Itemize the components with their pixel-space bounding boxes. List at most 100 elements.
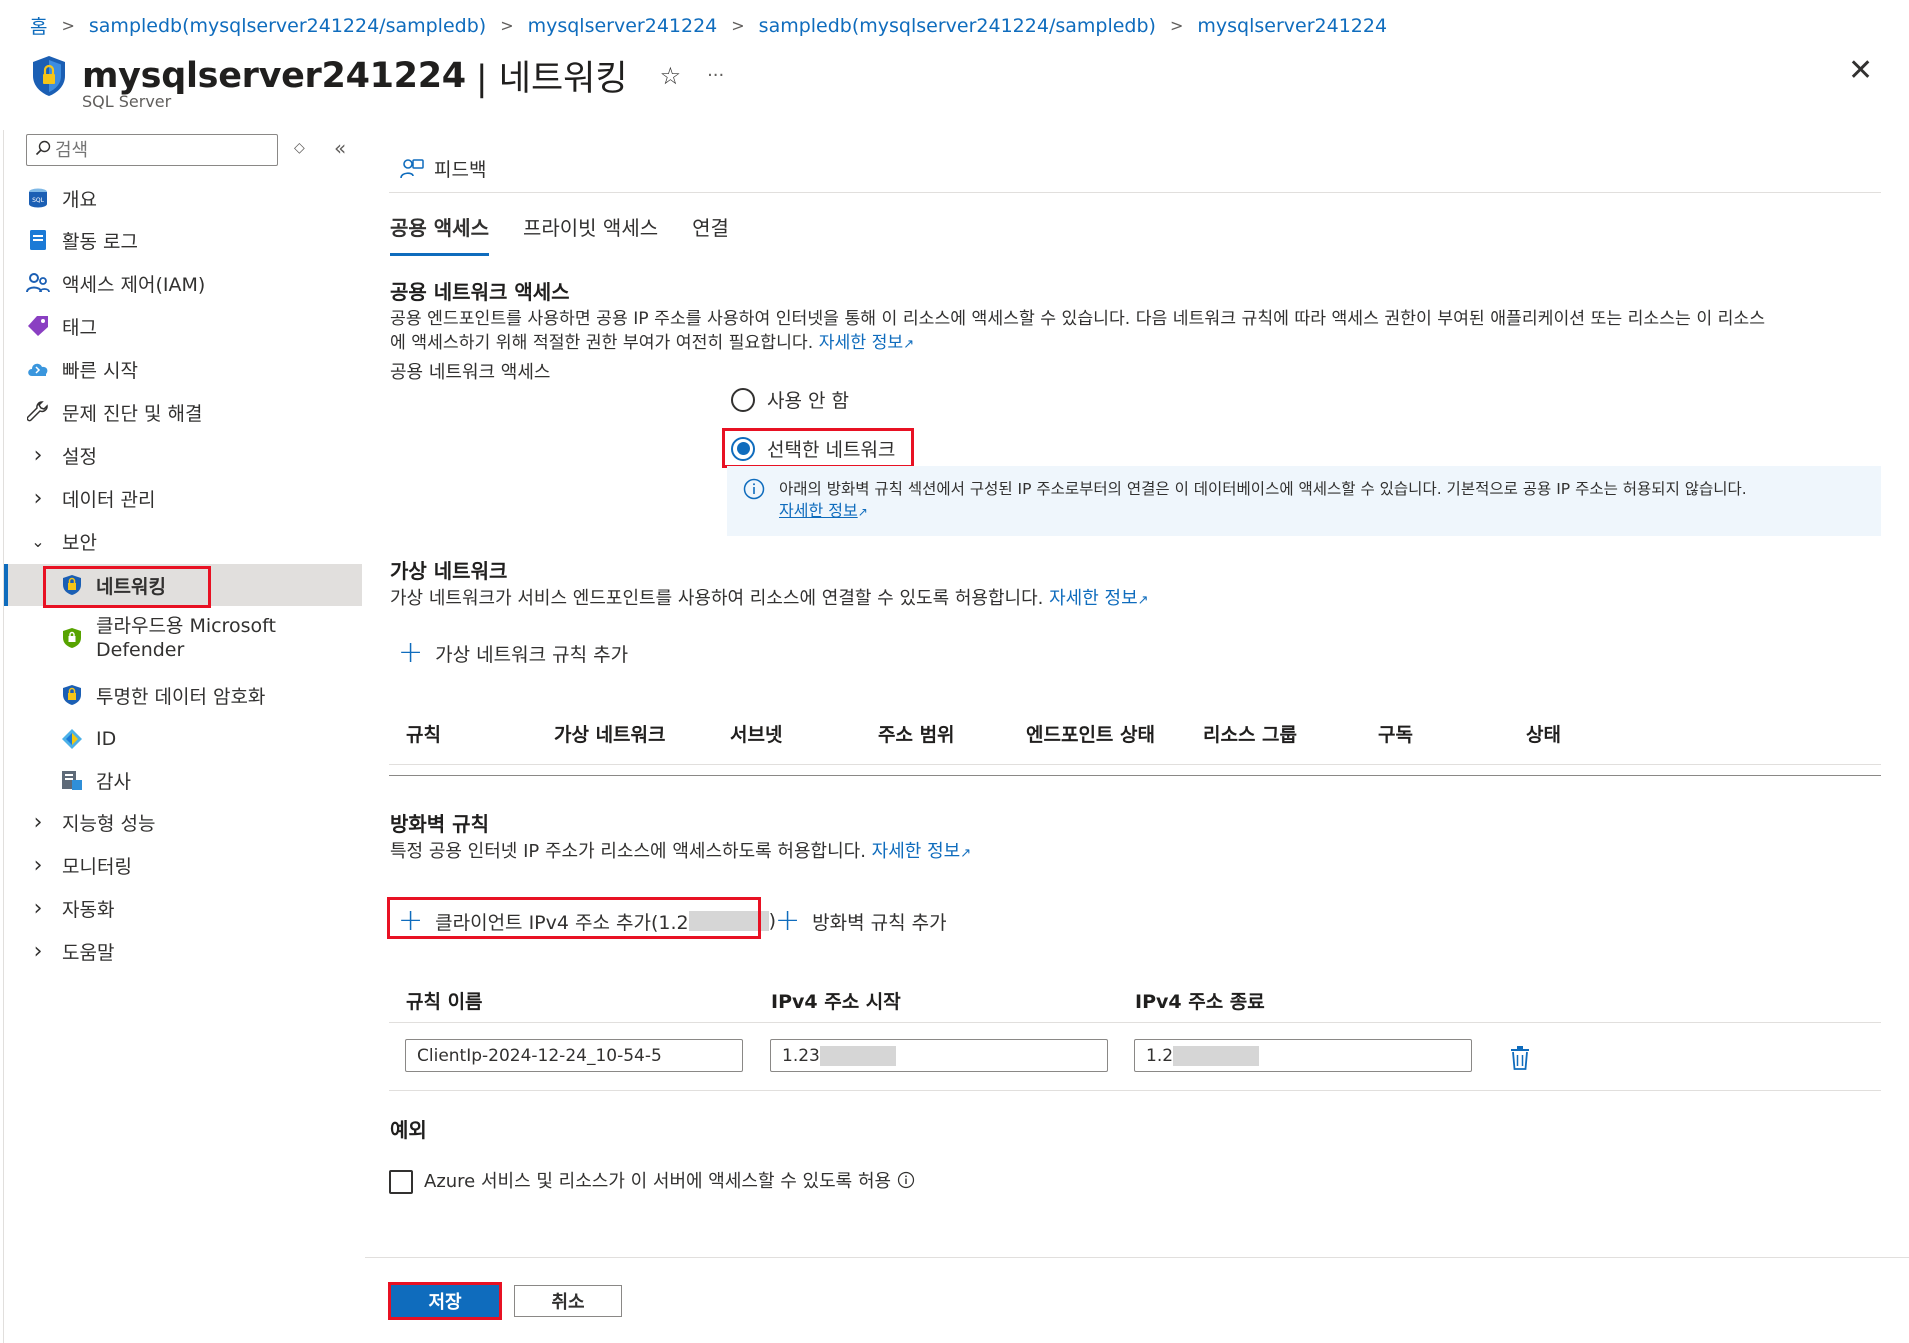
chevron-right-icon: › [33, 852, 43, 878]
sidebar-item-label-group: 클라우드용 Microsoft Defender [96, 614, 276, 662]
sidebar-item-settings[interactable]: › 설정 [26, 437, 97, 473]
sidebar-item-monitoring[interactable]: › 모니터링 [26, 847, 132, 883]
sidebar-item-intelligent-performance[interactable]: › 지능형 성능 [26, 804, 156, 840]
sidebar-item-label: 모니터링 [62, 855, 132, 878]
more-icon[interactable]: ··· [707, 65, 724, 86]
breadcrumb-database[interactable]: sampledb(mysqlserver241224/sampledb) [89, 15, 486, 37]
defender-shield-icon [60, 626, 84, 650]
exceptions-title: 예외 [390, 1118, 427, 1142]
star-icon[interactable]: ☆ [660, 62, 682, 90]
sidebar-item-overview[interactable]: SQL 개요 [26, 180, 97, 216]
sidebar-item-help[interactable]: › 도움말 [26, 933, 115, 969]
identity-icon [60, 727, 84, 751]
sidebar-item-label: 지능형 성능 [62, 812, 156, 835]
breadcrumb-database-2[interactable]: sampledb(mysqlserver241224/sampledb) [759, 15, 1156, 37]
column-header: 상태 [1526, 724, 1561, 746]
sort-icon[interactable]: ◇ [294, 140, 305, 156]
column-header: 규칙 이름 [406, 991, 483, 1013]
sidebar-item-tags[interactable]: 태그 [26, 308, 97, 344]
table-scrollbar[interactable] [389, 775, 1881, 776]
firewall-learn-more-link[interactable]: 자세한 정보 [872, 841, 961, 862]
divider [389, 1090, 1881, 1091]
sidebar-item-automation[interactable]: › 자동화 [26, 890, 115, 926]
sidebar-search[interactable] [26, 134, 278, 166]
sidebar-item-label: 문제 진단 및 해결 [62, 402, 203, 425]
allow-azure-checkbox[interactable] [389, 1170, 413, 1194]
sql-icon: SQL [26, 186, 50, 210]
firewall-title: 방화벽 규칙 [390, 812, 489, 836]
collapse-sidebar-icon[interactable]: « [334, 136, 346, 160]
sidebar-item-label: 설정 [62, 445, 97, 468]
sidebar-item-label: 개요 [62, 188, 97, 211]
vnet-description-text: 가상 네트워크가 서비스 엔드포인트를 사용하여 리소스에 연결할 수 있도록 … [390, 588, 1044, 609]
vnet-description: 가상 네트워크가 서비스 엔드포인트를 사용하여 리소스에 연결할 수 있도록 … [390, 587, 1149, 613]
chevron-right-icon: > [500, 16, 514, 35]
add-vnet-rule-label: 가상 네트워크 규칙 추가 [435, 643, 629, 666]
sidebar-item-auditing[interactable]: 감사 [60, 762, 131, 798]
description-line-1: 공용 엔드포인트를 사용하면 공용 IP 주소를 사용하여 인터넷을 통해 이 … [390, 309, 1766, 329]
ip-start-value: 1.23 [782, 1045, 820, 1066]
radio-disabled[interactable]: 사용 안 함 [731, 386, 849, 413]
sidebar-item-security[interactable]: ⌄ 보안 [26, 523, 97, 559]
sidebar-item-quickstart[interactable]: 빠른 시작 [26, 351, 138, 387]
info-text: 아래의 방화벽 규칙 섹션에서 구성된 IP 주소로부터의 연결은 이 데이터베… [779, 480, 1747, 498]
info-learn-more-link[interactable]: 자세한 정보 [779, 501, 858, 520]
tab-public-access[interactable]: 공용 액세스 [390, 212, 489, 256]
tab-private-access[interactable]: 프라이빗 액세스 [523, 212, 658, 256]
sidebar-item-tde[interactable]: 투명한 데이터 암호화 [60, 677, 265, 713]
delete-icon[interactable] [1510, 1046, 1530, 1075]
sidebar-edge [3, 130, 4, 1343]
external-link-icon: ↗ [857, 505, 868, 519]
divider [389, 1022, 1881, 1023]
close-icon[interactable]: ✕ [1848, 56, 1873, 86]
tab-bar: 공용 액세스 프라이빗 액세스 연결 [390, 212, 763, 256]
add-vnet-rule-button[interactable]: + 가상 네트워크 규칙 추가 [398, 638, 628, 668]
ip-end-input[interactable]: 1.2 [1134, 1039, 1472, 1072]
plus-icon: + [398, 635, 424, 670]
sidebar-item-label: 빠른 시작 [62, 359, 138, 382]
rule-name-input[interactable]: ClientIp-2024-12-24_10-54-5 [405, 1039, 743, 1072]
tab-connectivity[interactable]: 연결 [692, 212, 729, 256]
sidebar-item-activity-log[interactable]: 활동 로그 [26, 222, 138, 258]
feedback-button[interactable]: 피드백 [400, 155, 486, 182]
column-header: 주소 범위 [878, 724, 955, 746]
firewall-description: 특정 공용 인터넷 IP 주소가 리소스에 액세스하도록 허용합니다. 자세한 … [390, 840, 971, 866]
sidebar-item-label: 도움말 [62, 941, 115, 964]
highlight-box [43, 566, 211, 608]
sidebar-item-iam[interactable]: 액세스 제어(IAM) [26, 265, 205, 301]
add-firewall-rule-button[interactable]: + 방화벽 규칙 추가 [775, 906, 947, 936]
ip-start-input[interactable]: 1.23 [770, 1039, 1108, 1072]
feedback-icon [400, 158, 424, 180]
info-icon[interactable] [897, 1171, 915, 1189]
search-icon [35, 140, 51, 161]
search-input[interactable] [55, 139, 255, 161]
vnet-learn-more-link[interactable]: 자세한 정보 [1049, 588, 1138, 609]
sidebar-item-data-management[interactable]: › 데이터 관리 [26, 480, 156, 516]
sidebar-item-identity[interactable]: ID [60, 721, 116, 757]
learn-more-link[interactable]: 자세한 정보 [819, 333, 904, 353]
sidebar-item-label: 활동 로그 [62, 230, 138, 253]
column-header: 규칙 [406, 724, 441, 746]
public-access-title: 공용 네트워크 액세스 [390, 280, 570, 304]
redacted-ip [819, 1045, 896, 1066]
feedback-label: 피드백 [434, 159, 487, 181]
cancel-button[interactable]: 취소 [514, 1285, 622, 1317]
sidebar-item-defender[interactable]: 클라우드용 Microsoft Defender [60, 614, 276, 672]
sidebar-item-label: 투명한 데이터 암호화 [96, 685, 266, 708]
sidebar-item-label: 데이터 관리 [62, 488, 156, 511]
chevron-right-icon: › [33, 895, 43, 921]
sidebar-item-label: 자동화 [62, 898, 115, 921]
breadcrumb-server[interactable]: mysqlserver241224 [528, 15, 718, 37]
chevron-right-icon: > [731, 16, 745, 35]
breadcrumb-server-2[interactable]: mysqlserver241224 [1197, 15, 1387, 37]
sidebar-item-label: 보안 [62, 531, 97, 554]
highlight-box [388, 1282, 502, 1320]
breadcrumb-home[interactable]: 홈 [30, 12, 47, 39]
breadcrumb: 홈 > sampledb(mysqlserver241224/sampledb) >… [30, 12, 1387, 39]
info-banner: 아래의 방화벽 규칙 섹션에서 구성된 IP 주소로부터의 연결은 이 데이터베… [727, 466, 1881, 536]
tag-icon [26, 314, 50, 338]
chevron-right-icon: › [33, 809, 43, 835]
cloud-icon [26, 357, 50, 381]
firewall-description-text: 특정 공용 인터넷 IP 주소가 리소스에 액세스하도록 허용합니다. [390, 841, 866, 862]
sidebar-item-diagnose[interactable]: 문제 진단 및 해결 [26, 394, 202, 430]
